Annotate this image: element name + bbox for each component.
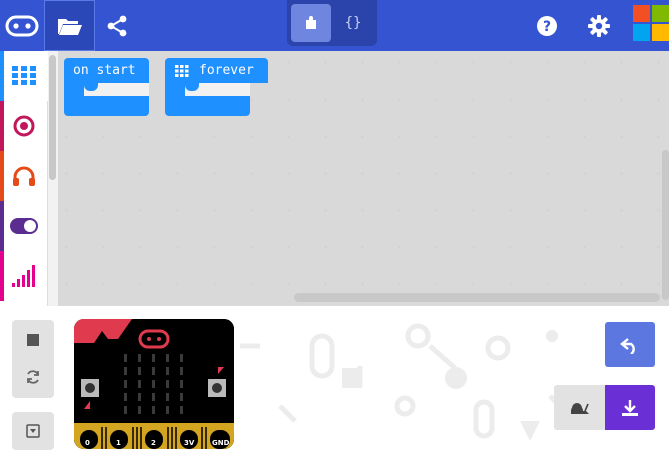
- microbit-logo[interactable]: [0, 0, 44, 51]
- toolbox-category-basic[interactable]: [0, 51, 48, 101]
- editor-toggle: {}: [287, 0, 377, 46]
- stop-simulator-button[interactable]: [12, 320, 54, 360]
- microbit-logo-icon: [5, 15, 39, 36]
- pin-label-3v[interactable]: 3V: [184, 439, 194, 447]
- blocks-workspace[interactable]: on start forever: [58, 51, 669, 306]
- headphones-icon: [13, 166, 35, 186]
- workspace-horizontal-scrollbar[interactable]: [294, 293, 660, 302]
- share-button[interactable]: [95, 0, 139, 51]
- workspace-vertical-scrollbar[interactable]: [662, 150, 669, 300]
- pin-label-gnd[interactable]: GND: [212, 439, 229, 447]
- gear-icon: [588, 14, 610, 37]
- on-start-block-label: on start: [64, 58, 149, 83]
- puzzle-icon: [306, 16, 316, 29]
- toolbox-category-radio[interactable]: [0, 251, 48, 301]
- simulator-panel: 0 1 2 3V GND: [0, 306, 669, 454]
- pin-label-1[interactable]: 1: [116, 439, 121, 447]
- stop-icon: [27, 334, 39, 346]
- javascript-editor-tab[interactable]: {}: [333, 4, 373, 42]
- pin-label-2[interactable]: 2: [151, 439, 156, 447]
- folder-open-icon: [57, 18, 82, 35]
- makecode-editor: {} ? on start forever 0 1 2 3V GND: [0, 0, 669, 454]
- snail-icon: [571, 402, 589, 414]
- share-icon: [107, 15, 127, 36]
- header-bar: {} ?: [0, 0, 669, 51]
- microsoft-logo[interactable]: [633, 5, 669, 41]
- target-icon: [13, 115, 35, 137]
- forever-block-label: forever: [199, 63, 254, 78]
- collapse-icon: [26, 424, 40, 438]
- toolbox: [0, 51, 48, 306]
- undo-icon: [620, 337, 635, 354]
- toolbox-category-music[interactable]: [0, 151, 48, 201]
- js-tab-label: {}: [344, 15, 362, 31]
- slow-mode-button[interactable]: [554, 385, 606, 430]
- help-button[interactable]: ?: [530, 0, 564, 51]
- toggle-icon: [10, 218, 38, 234]
- pin-label-0[interactable]: 0: [85, 439, 90, 447]
- microbit-simulator-board[interactable]: 0 1 2 3V GND: [74, 319, 234, 449]
- grid-icon: [12, 66, 36, 85]
- microbit-board-graphic: [74, 319, 234, 449]
- svg-text:?: ?: [543, 19, 551, 35]
- undo-button[interactable]: [605, 322, 655, 367]
- open-projects-button[interactable]: [44, 0, 95, 51]
- blocks-editor-tab[interactable]: [291, 4, 331, 42]
- toolbox-category-led[interactable]: [0, 201, 48, 251]
- grid-icon: [175, 64, 189, 77]
- simulator-controls: [12, 320, 54, 398]
- toolbox-scrollbar[interactable]: [48, 51, 58, 306]
- download-button[interactable]: [605, 385, 655, 430]
- pin-labels: 0 1 2 3V GND: [74, 437, 234, 449]
- collapse-simulator-button[interactable]: [12, 412, 54, 450]
- toolbox-category-input[interactable]: [0, 101, 48, 151]
- settings-button[interactable]: [582, 0, 616, 51]
- refresh-icon: [27, 370, 39, 384]
- restart-simulator-button[interactable]: [12, 360, 54, 394]
- download-icon: [622, 399, 638, 416]
- help-icon: ?: [537, 15, 557, 36]
- signal-icon: [12, 265, 35, 287]
